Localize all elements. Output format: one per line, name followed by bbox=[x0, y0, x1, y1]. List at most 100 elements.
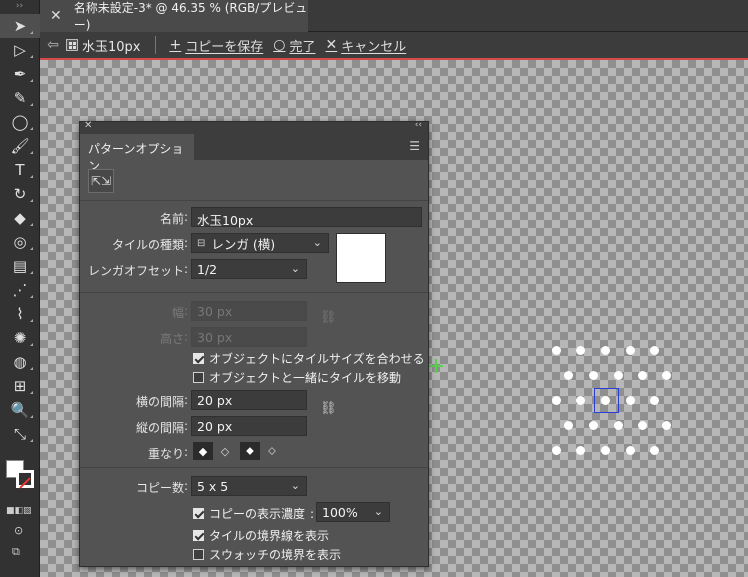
dim-copies-select[interactable]: 100% ⌄ bbox=[316, 502, 390, 522]
back-arrow-icon[interactable]: ⇦ bbox=[40, 37, 66, 53]
fit-tile-checkbox[interactable]: オブジェクトにタイルサイズを合わせる bbox=[193, 350, 425, 367]
colon: : bbox=[184, 236, 189, 250]
pattern-dot bbox=[589, 371, 598, 380]
tab-pattern-options[interactable]: パターンオプション bbox=[80, 134, 194, 173]
divider bbox=[80, 292, 428, 293]
copies-select[interactable]: 5 x 5 ⌄ bbox=[191, 476, 307, 496]
colon: : bbox=[184, 330, 189, 344]
pattern-dot bbox=[576, 346, 585, 355]
zoom-tool-icon[interactable]: 🔍 bbox=[0, 398, 40, 422]
colon: : bbox=[184, 210, 189, 224]
copies-value: 5 x 5 bbox=[197, 478, 229, 494]
save-copy-button[interactable]: + コピーを保存 bbox=[170, 36, 264, 55]
type-tool-icon[interactable]: T bbox=[0, 158, 40, 182]
hand-tool-icon[interactable]: ⤡ bbox=[0, 422, 40, 446]
overlap-right-icon[interactable]: ◇ bbox=[215, 442, 235, 460]
brick-offset-label: レンガオフセット bbox=[87, 264, 184, 278]
dim-copies-checkbox[interactable]: コピーの表示濃度 : bbox=[193, 505, 314, 522]
collapse-icon[interactable]: ‹‹ bbox=[415, 120, 422, 130]
rotate-tool-icon[interactable]: ↻ bbox=[0, 182, 40, 206]
pattern-dot bbox=[601, 346, 610, 355]
cancel-button[interactable]: ✕ キャンセル bbox=[325, 36, 406, 55]
document-tab-bar: ✕ 名称未設定-3* @ 46.35 % (RGB/プレビュー) bbox=[40, 0, 748, 32]
size-tile-to-art-button[interactable]: ⇱⇲ bbox=[88, 169, 114, 193]
panel-menu-icon[interactable]: ☰ bbox=[409, 139, 420, 153]
pattern-dot bbox=[650, 396, 659, 405]
move-tile-checkbox[interactable]: オブジェクトと一緒にタイルを移動 bbox=[193, 369, 401, 386]
fill-stroke-icon[interactable] bbox=[6, 452, 34, 492]
link-icon[interactable]: ⛓ bbox=[320, 401, 337, 421]
pen-tool-icon[interactable]: ✒ bbox=[0, 62, 40, 86]
width-field[interactable]: 30 px bbox=[191, 301, 307, 321]
document-title: 名称未設定-3* @ 46.35 % (RGB/プレビュー) bbox=[73, 1, 308, 32]
h-spacing-label: 横の間隔 bbox=[135, 395, 184, 409]
plus-icon: + bbox=[169, 37, 182, 53]
overlap-top-icon[interactable]: ⬥ bbox=[240, 442, 260, 460]
copies-label: コピー数 bbox=[135, 481, 184, 495]
curvature-tool-icon[interactable]: ✎ bbox=[0, 86, 40, 110]
blend-tool-icon[interactable]: ◍ bbox=[0, 350, 40, 374]
pattern-options-panel: ✕ ‹‹ パターンオプション ☰ ⇱⇲ 名前 : 水玉10px タイルの種類 :… bbox=[79, 120, 429, 567]
checkbox-box bbox=[193, 353, 204, 364]
document-tab[interactable]: ✕ 名称未設定-3* @ 46.35 % (RGB/プレビュー) bbox=[40, 0, 308, 32]
overlap-label: 重なり bbox=[147, 447, 184, 461]
height-field[interactable]: 30 px bbox=[191, 327, 307, 347]
pattern-swatch-icon bbox=[66, 39, 78, 51]
h-spacing-field[interactable]: 20 px bbox=[191, 390, 307, 410]
pattern-dot bbox=[626, 396, 635, 405]
toolbar-grip[interactable]: ›› bbox=[0, 0, 39, 14]
checkbox-box bbox=[193, 530, 204, 541]
tools-panel: ›› ➤ ▷ ✒ ✎ ◯ 🖌 T ↻ ◆ ◎ ▤ ⋰ ⌇ ✺ ◍ ⊞ 🔍 ⤡ ■… bbox=[0, 0, 40, 577]
tile-type-select[interactable]: ⊟ レンガ (横) ⌄ bbox=[191, 233, 329, 253]
checkbox-box bbox=[193, 372, 204, 383]
close-icon[interactable]: ✕ bbox=[50, 8, 62, 24]
screen-mode-icon[interactable]: ⧉ bbox=[12, 545, 20, 559]
eraser-tool-icon[interactable]: ◆ bbox=[0, 206, 40, 230]
artboard-tool-icon[interactable]: ⊞ bbox=[0, 374, 40, 398]
divider bbox=[80, 467, 428, 468]
overlap-bottom-icon[interactable]: ⬦ bbox=[262, 442, 282, 460]
color-mode-icons[interactable]: ■◧▨ bbox=[6, 506, 32, 516]
name-field[interactable]: 水玉10px bbox=[191, 207, 422, 228]
checkbox-box bbox=[193, 549, 204, 560]
brick-offset-select[interactable]: 1/2 ⌄ bbox=[191, 259, 307, 279]
colon: : bbox=[184, 479, 189, 493]
colon: : bbox=[184, 393, 189, 407]
show-tile-edge-checkbox[interactable]: タイルの境界線を表示 bbox=[193, 527, 329, 544]
colon: : bbox=[184, 304, 189, 318]
v-spacing-field[interactable]: 20 px bbox=[191, 416, 307, 436]
direct-selection-tool-icon[interactable]: ▷ bbox=[0, 38, 40, 62]
center-crosshair-icon bbox=[429, 359, 443, 373]
gradient-tool-icon[interactable]: ▤ bbox=[0, 254, 40, 278]
panel-header[interactable]: ✕ ‹‹ bbox=[80, 120, 428, 134]
height-label: 高さ bbox=[159, 332, 184, 346]
pattern-dot bbox=[650, 446, 659, 455]
show-swatch-bounds-checkbox[interactable]: スウォッチの境界を表示 bbox=[193, 546, 341, 563]
show-swatch-bounds-label: スウォッチの境界を表示 bbox=[209, 548, 342, 562]
done-button[interactable]: ○ 完了 bbox=[273, 36, 315, 55]
ellipse-tool-icon[interactable]: ◯ bbox=[0, 110, 40, 134]
close-icon[interactable]: ✕ bbox=[84, 120, 92, 131]
pattern-dot bbox=[601, 396, 610, 405]
draw-mode-icon[interactable]: ⊙ bbox=[14, 524, 23, 537]
pattern-dot bbox=[564, 371, 573, 380]
name-label: 名前 bbox=[159, 212, 184, 226]
mesh-tool-icon[interactable]: ⋰ bbox=[0, 278, 40, 302]
pattern-edit-bar: ⇦ 水玉10px + コピーを保存 ○ 完了 ✕ キャンセル bbox=[40, 32, 748, 58]
paintbrush-tool-icon[interactable]: 🖌 bbox=[0, 134, 40, 158]
pattern-dot bbox=[576, 446, 585, 455]
selection-tool-icon[interactable]: ➤ bbox=[0, 14, 40, 38]
shape-builder-tool-icon[interactable]: ◎ bbox=[0, 230, 40, 254]
symbol-sprayer-tool-icon[interactable]: ✺ bbox=[0, 326, 40, 350]
width-label: 幅 bbox=[171, 306, 184, 320]
pattern-dot bbox=[638, 371, 647, 380]
v-spacing-label: 縦の間隔 bbox=[135, 421, 184, 435]
eyedropper-tool-icon[interactable]: ⌇ bbox=[0, 302, 40, 326]
save-copy-label: コピーを保存 bbox=[185, 39, 264, 55]
overlap-left-icon[interactable]: ◆ bbox=[193, 442, 213, 460]
pattern-dot bbox=[638, 421, 647, 430]
pattern-dot bbox=[576, 396, 585, 405]
divider bbox=[80, 200, 428, 201]
link-icon[interactable]: ⛓ bbox=[320, 310, 337, 330]
dim-copies-value: 100% bbox=[322, 504, 358, 520]
